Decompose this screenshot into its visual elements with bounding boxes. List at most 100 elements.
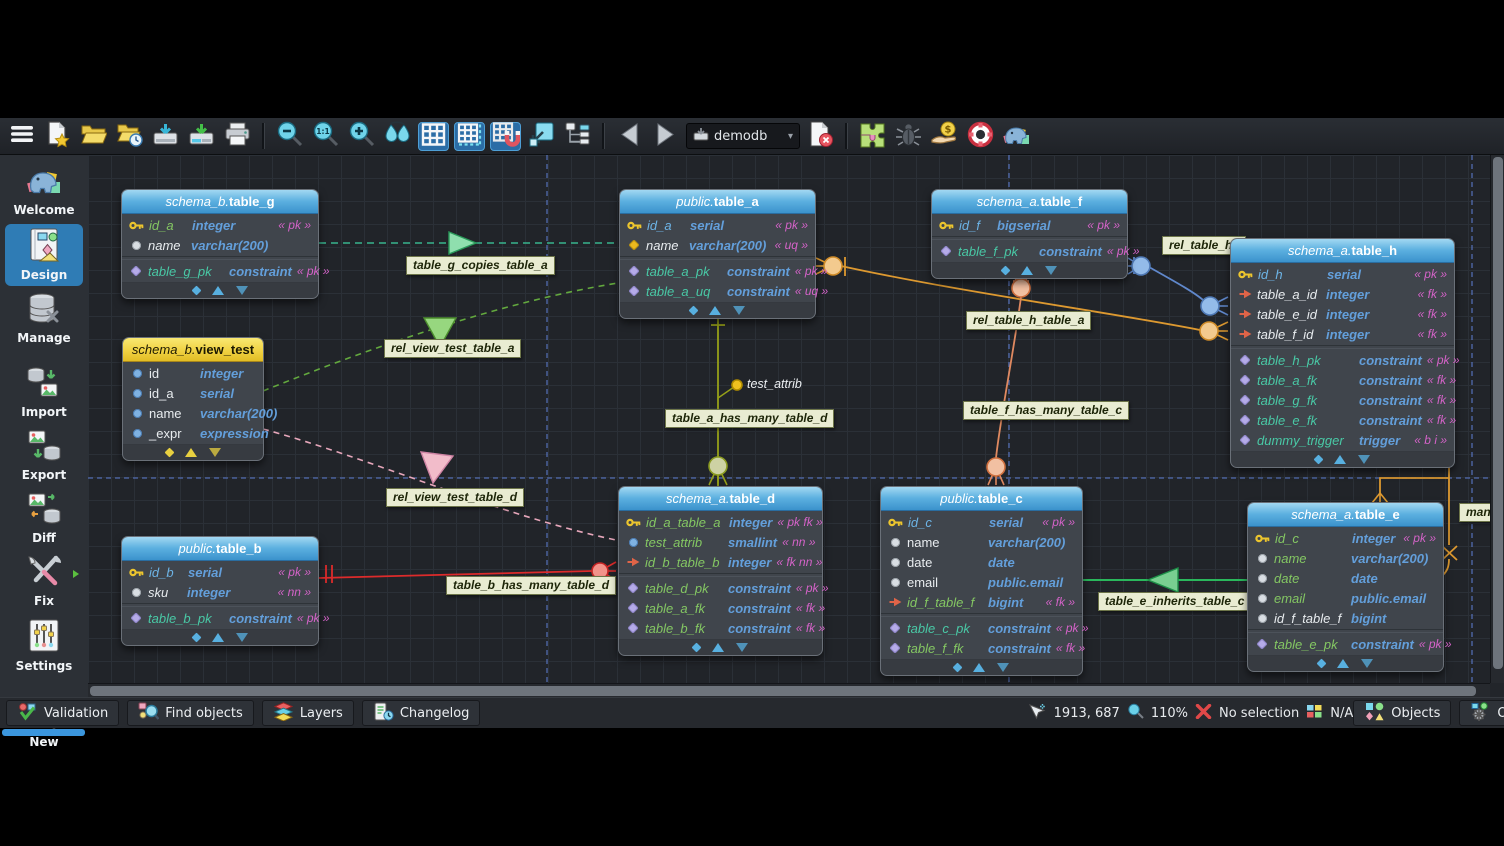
table-attribute-row[interactable]: skuinteger« nn » xyxy=(122,582,318,602)
relationship-label[interactable]: table_a_has_many_table_d xyxy=(665,409,834,428)
table-attribute-row[interactable]: table_g_pkconstraint« pk » xyxy=(122,261,318,281)
collapse-down-icon[interactable] xyxy=(733,306,745,315)
table-attribute-row[interactable]: idinteger xyxy=(123,363,263,383)
collapse-down-icon[interactable] xyxy=(209,448,221,457)
collapse-diamond-icon[interactable] xyxy=(692,643,702,653)
sidebar-item-settings[interactable]: Settings xyxy=(5,615,83,677)
layers-button[interactable]: Layers xyxy=(262,700,354,726)
collapse-up-icon[interactable] xyxy=(709,306,721,315)
table-attribute-row[interactable]: id_aserial xyxy=(123,383,263,403)
connection-point[interactable] xyxy=(732,380,742,390)
relationship-line[interactable] xyxy=(263,429,616,540)
collapse-up-icon[interactable] xyxy=(1337,659,1349,668)
relationship-label[interactable]: rel_table_h_table_a xyxy=(966,311,1091,330)
sidebar-item-fix[interactable]: Fix xyxy=(5,552,83,612)
collapse-diamond-icon[interactable] xyxy=(689,306,699,316)
collapse-diamond-icon[interactable] xyxy=(1314,455,1324,465)
collapse-up-icon[interactable] xyxy=(1021,266,1033,275)
open-model-button[interactable] xyxy=(78,122,109,151)
connection-point[interactable] xyxy=(1132,257,1150,275)
model-selector-combo[interactable]: demodb▾ xyxy=(686,123,800,149)
table-attribute-row[interactable]: id_ainteger« pk » xyxy=(122,215,318,235)
collapse-diamond-icon[interactable] xyxy=(1001,266,1011,276)
table-table_e[interactable]: schema_a.table_eid_cinteger« pk »namevar… xyxy=(1247,502,1444,672)
sidebar-item-manage[interactable]: Manage xyxy=(5,289,83,349)
table-attribute-row[interactable]: table_e_fkconstraint« fk » xyxy=(1231,410,1454,430)
collapse-up-icon[interactable] xyxy=(212,633,224,642)
table-attribute-row[interactable]: dummy_triggertrigger« b i » xyxy=(1231,430,1454,450)
recent-models-button[interactable] xyxy=(114,122,145,151)
sidebar-item-welcome[interactable]: Welcome xyxy=(5,161,83,221)
vertical-scrollbar[interactable] xyxy=(1490,155,1504,683)
table-table_c[interactable]: public.table_cid_cserial« pk »namevarcha… xyxy=(880,486,1083,676)
table-attribute-row[interactable]: table_a_fkconstraint« fk » xyxy=(619,598,822,618)
zoom-out-button[interactable] xyxy=(274,122,305,151)
relationships-view-button[interactable] xyxy=(562,122,593,151)
relationship-label[interactable]: table_g_copies_table_a xyxy=(406,256,555,275)
table-table_d[interactable]: schema_a.table_did_a_table_ainteger« pk … xyxy=(618,486,823,656)
collapse-up-icon[interactable] xyxy=(973,663,985,672)
table-header[interactable]: schema_a.table_f xyxy=(932,190,1127,214)
sidebar-item-design[interactable]: Design xyxy=(5,224,83,286)
table-header[interactable]: schema_b.table_g xyxy=(122,190,318,214)
relationship-label[interactable]: rel_view_test_table_a xyxy=(384,339,521,358)
bug-report-button[interactable] xyxy=(893,122,924,151)
vertical-scroll-thumb[interactable] xyxy=(1493,157,1503,669)
table-attribute-row[interactable]: table_b_pkconstraint« pk » xyxy=(122,608,318,628)
expander-arrow-icon[interactable] xyxy=(73,570,79,578)
table-header[interactable]: public.table_c xyxy=(881,487,1082,511)
nav-back-button[interactable] xyxy=(614,122,645,151)
relationship-line[interactable] xyxy=(718,387,734,398)
table-attribute-row[interactable]: id_aserial« pk » xyxy=(620,215,815,235)
collapse-down-icon[interactable] xyxy=(236,286,248,295)
table-attribute-row[interactable]: table_b_fkconstraint« fk » xyxy=(619,618,822,638)
collapse-up-icon[interactable] xyxy=(212,286,224,295)
relationship-label[interactable]: many xyxy=(1459,503,1490,522)
table-attribute-row[interactable]: id_bserial« pk » xyxy=(122,562,318,582)
relationship-label[interactable]: table_e_inherits_table_c xyxy=(1098,592,1251,611)
table-attribute-row[interactable]: table_a_uqconstraint« uq » xyxy=(620,281,815,301)
table-attribute-row[interactable]: table_d_pkconstraint« pk » xyxy=(619,578,822,598)
relationship-label[interactable]: table_b_has_many_table_d xyxy=(446,576,616,595)
relationship-line[interactable] xyxy=(1149,267,1203,300)
table-attribute-row[interactable]: namevarchar(200) xyxy=(881,532,1082,552)
sidebar-item-diff[interactable]: Diff xyxy=(5,489,83,549)
sidebar-item-export[interactable]: Export xyxy=(5,426,83,486)
relationship-line[interactable] xyxy=(1380,478,1449,493)
collapse-down-icon[interactable] xyxy=(997,663,1009,672)
table-attribute-row[interactable]: table_a_idinteger« fk » xyxy=(1231,284,1454,304)
table-attribute-row[interactable]: table_c_pkconstraint« pk » xyxy=(881,618,1082,638)
changelog-button[interactable]: Changelog xyxy=(362,700,481,726)
table-attribute-row[interactable]: table_f_idinteger« fk » xyxy=(1231,324,1454,344)
show-grid-button[interactable] xyxy=(418,122,449,151)
table-attribute-row[interactable]: datedate xyxy=(881,552,1082,572)
relationship-label[interactable]: rel_view_test_table_d xyxy=(386,488,524,507)
table-table_f[interactable]: schema_a.table_fid_fbigserial« pk » table… xyxy=(931,189,1128,279)
sidebar-item-import[interactable]: Import xyxy=(5,363,83,423)
table-header[interactable]: schema_b.view_test xyxy=(123,338,263,362)
collapse-up-icon[interactable] xyxy=(185,448,197,457)
nav-forward-button[interactable] xyxy=(650,122,681,151)
table-attribute-row[interactable]: id_cserial« pk » xyxy=(881,512,1082,532)
table-attribute-row[interactable]: namevarchar(200)« uq » xyxy=(620,235,815,255)
plugins-button[interactable] xyxy=(857,122,888,151)
donate-button[interactable]: $ xyxy=(929,122,960,151)
table-attribute-row[interactable]: namevarchar(200) xyxy=(122,235,318,255)
collapse-diamond-icon[interactable] xyxy=(1317,659,1327,669)
table-header[interactable]: public.table_b xyxy=(122,537,318,561)
table-attribute-row[interactable]: table_f_pkconstraint« pk » xyxy=(932,241,1127,261)
table-attribute-row[interactable]: table_e_pkconstraint« pk » xyxy=(1248,634,1443,654)
zoom-in-button[interactable] xyxy=(346,122,377,151)
table-attribute-row[interactable]: id_a_table_ainteger« pk fk » xyxy=(619,512,822,532)
validation-button[interactable]: Validation xyxy=(6,700,119,726)
table-attribute-row[interactable]: table_a_fkconstraint« fk » xyxy=(1231,370,1454,390)
diagram-canvas[interactable]: table_g_copies_table_a rel_view_test_tabl… xyxy=(88,155,1490,683)
table-header[interactable]: schema_a.table_d xyxy=(619,487,822,511)
collapse-up-icon[interactable] xyxy=(1334,455,1346,464)
collapse-diamond-icon[interactable] xyxy=(191,286,201,296)
table-attribute-row[interactable]: id_fbigserial« pk » xyxy=(932,215,1127,235)
table-attribute-row[interactable]: datedate xyxy=(1248,568,1443,588)
table-attribute-row[interactable]: table_h_pkconstraint« pk » xyxy=(1231,350,1454,370)
collapse-down-icon[interactable] xyxy=(1045,266,1057,275)
table-header[interactable]: public.table_a xyxy=(620,190,815,214)
